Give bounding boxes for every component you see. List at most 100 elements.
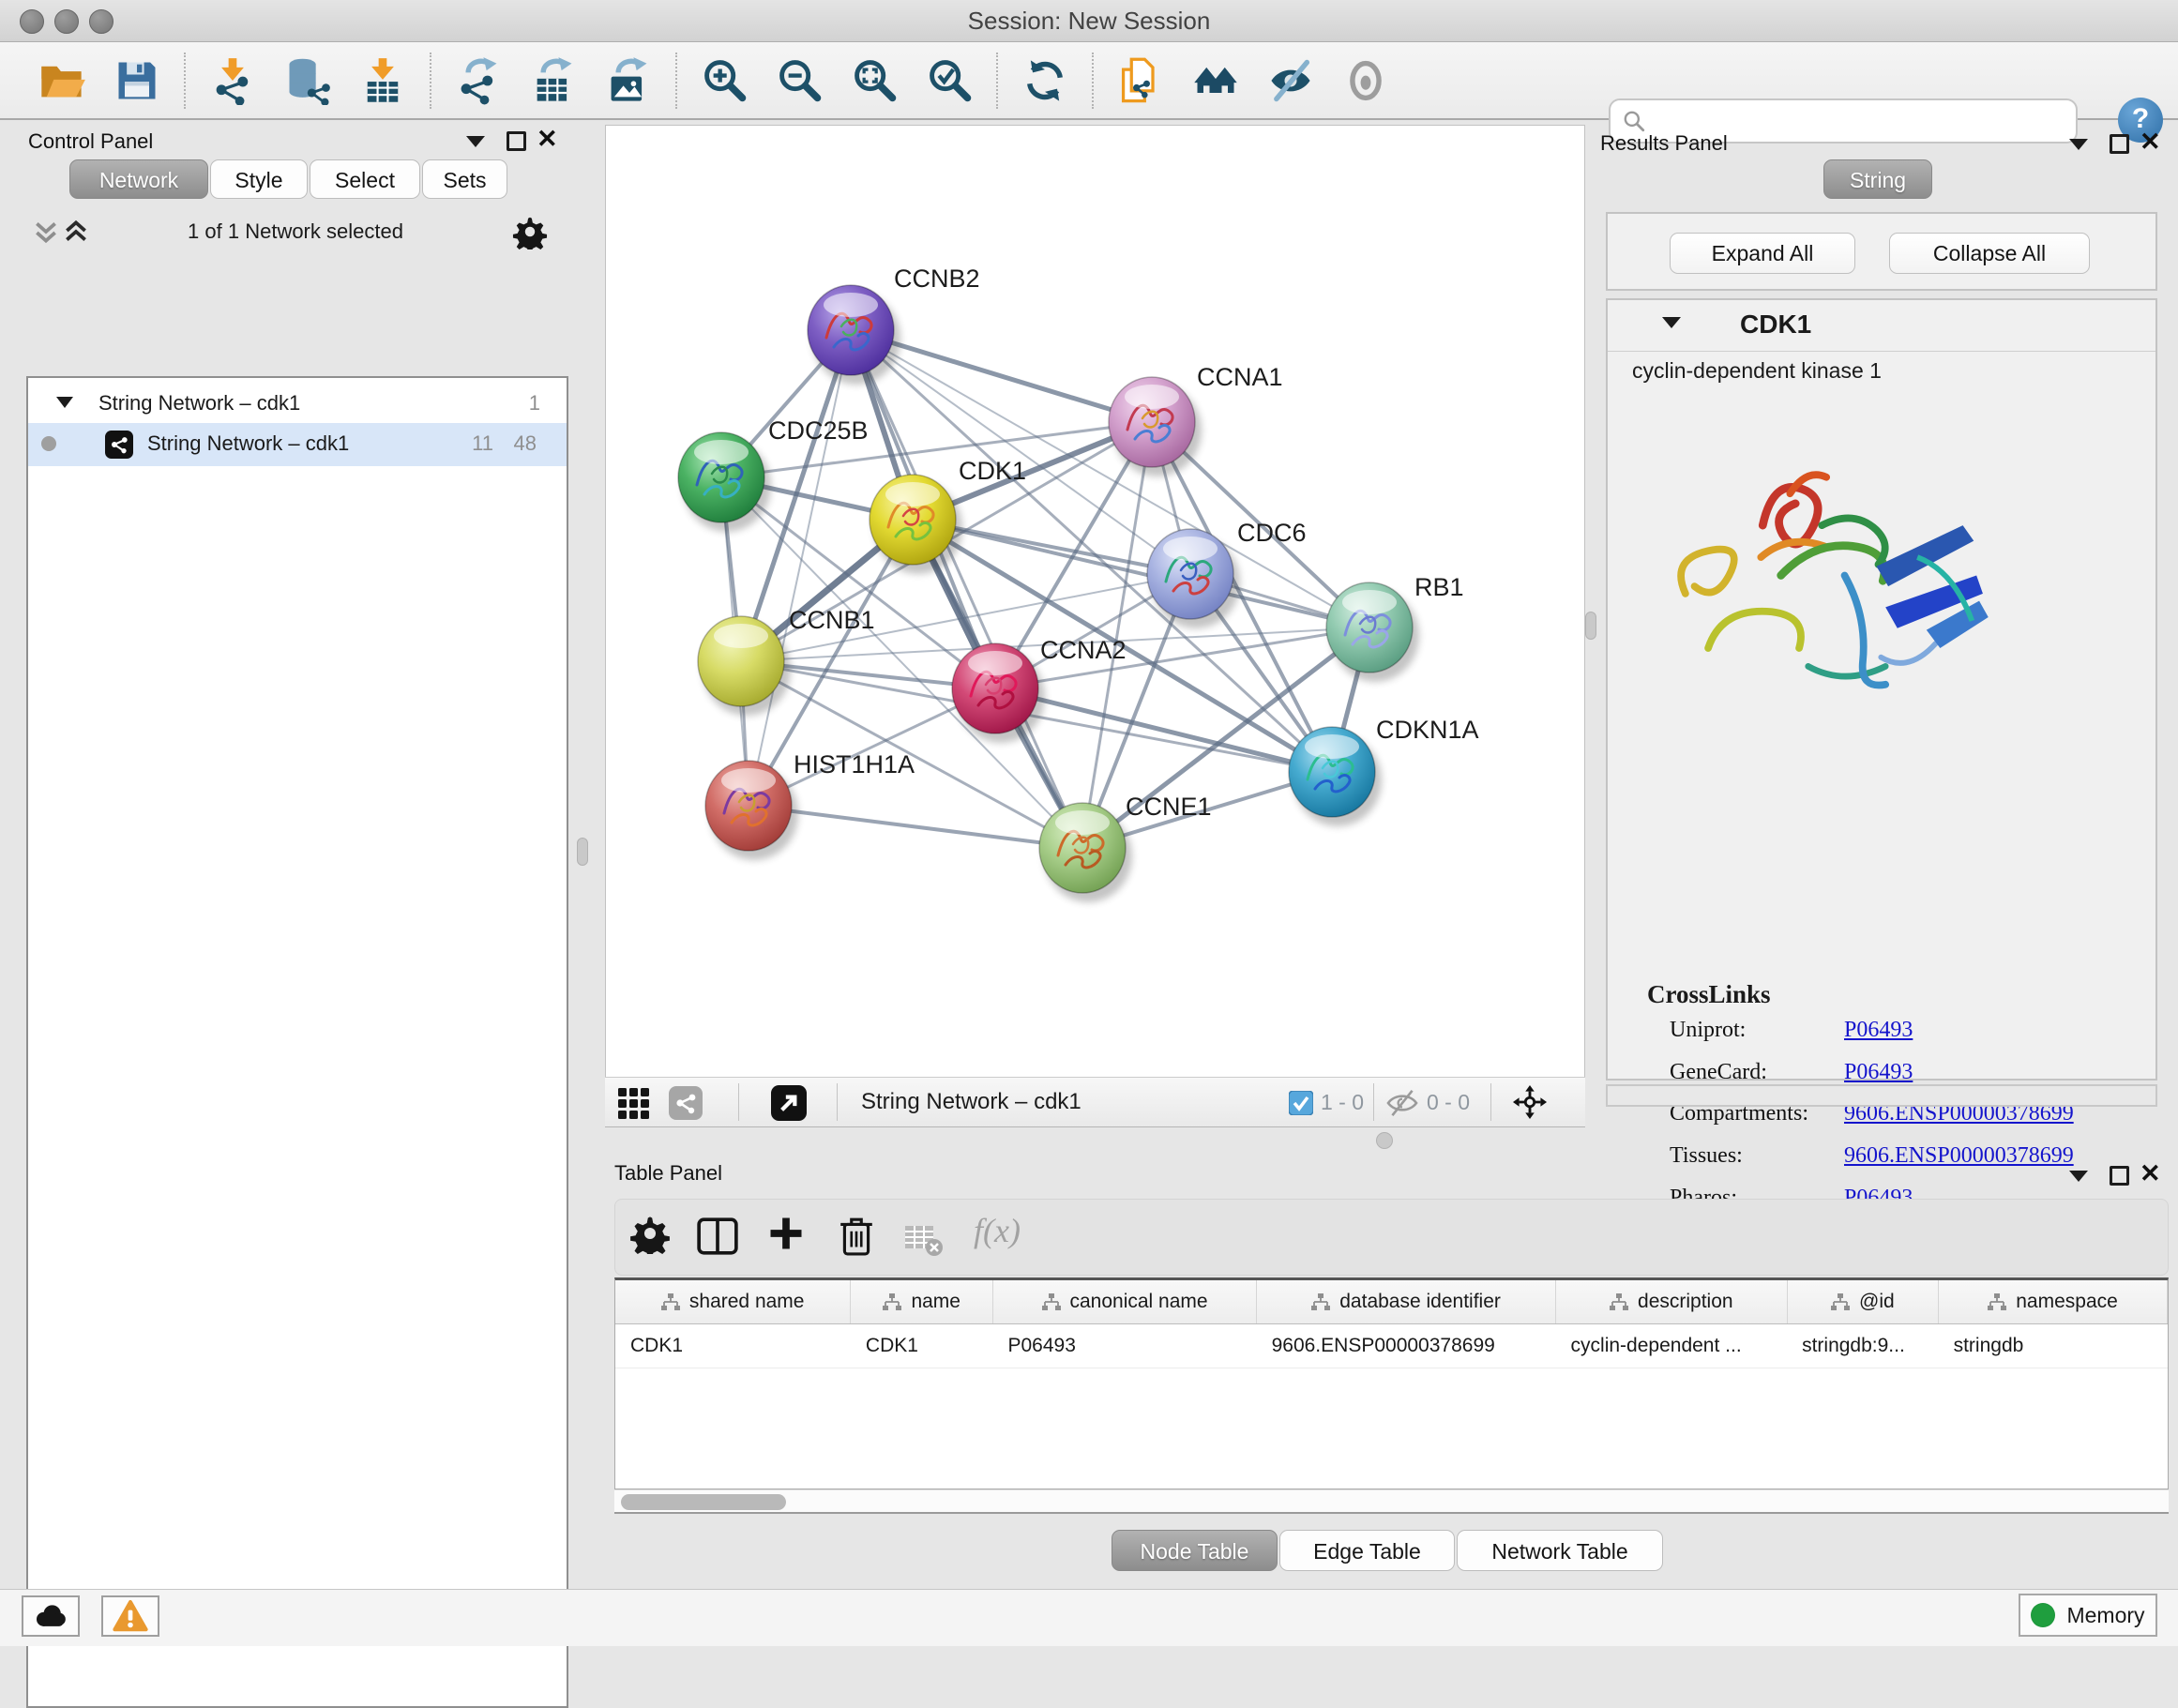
selected-checkbox-icon[interactable] [1289, 1091, 1313, 1115]
memory-button[interactable]: Memory [2019, 1594, 2157, 1637]
network-edge[interactable] [1082, 422, 1152, 848]
network-node-CDKN1A[interactable] [1289, 727, 1382, 826]
refresh-icon[interactable] [1018, 52, 1072, 110]
table-cell[interactable]: CDK1 [851, 1324, 993, 1368]
tab-edge-table[interactable]: Edge Table [1279, 1530, 1455, 1571]
network-canvas[interactable]: CCNB2CCNA1CDC25BCDK1CDC6RB1CCNB1CCNA2CDK… [605, 125, 1585, 1079]
table-cell[interactable]: CDK1 [615, 1324, 851, 1368]
bottom-splitter-handle[interactable] [1376, 1132, 1393, 1149]
table-options-gear-icon[interactable] [629, 1213, 671, 1254]
add-column-icon[interactable] [765, 1213, 807, 1254]
open-session-icon[interactable] [35, 52, 89, 110]
left-splitter-handle[interactable] [577, 838, 588, 866]
table-cell[interactable]: cyclin-dependent ... [1556, 1324, 1788, 1368]
network-view-title: String Network – cdk1 [861, 1078, 1081, 1126]
panel-menu-icon[interactable] [2069, 139, 2088, 150]
column-header[interactable]: name [851, 1280, 993, 1324]
export-image-icon[interactable] [601, 52, 656, 110]
hide-graphics-details-icon[interactable] [1263, 52, 1318, 110]
results-scroll-strip[interactable] [1606, 1084, 2157, 1107]
table-cell[interactable]: stringdb [1939, 1324, 2168, 1368]
crosslink-link[interactable]: P06493 [1844, 1060, 1913, 1085]
network-row-selected[interactable]: String Network – cdk1 11 48 [28, 423, 567, 466]
protein-structure-image[interactable] [1653, 439, 2009, 739]
birdseye-view-icon[interactable] [771, 1085, 807, 1121]
network-edge[interactable] [749, 806, 1082, 848]
column-header[interactable]: namespace [1939, 1280, 2168, 1324]
show-graphics-details-icon[interactable] [1339, 52, 1393, 110]
table-row[interactable]: CDK1CDK1P064939606.ENSP00000378699cyclin… [615, 1324, 2168, 1368]
save-session-icon[interactable] [110, 52, 164, 110]
network-node-CCNA1[interactable] [1109, 377, 1202, 476]
zoom-in-icon[interactable] [697, 52, 751, 110]
minimize-window-button[interactable] [54, 9, 79, 34]
column-header[interactable]: database identifier [1257, 1280, 1556, 1324]
network-node-CCNB2[interactable] [808, 285, 900, 385]
string-homes-icon[interactable] [1188, 52, 1243, 110]
document-share-icon[interactable] [1113, 52, 1168, 110]
tab-sets[interactable]: Sets [422, 159, 507, 199]
network-node-CDC25B[interactable] [678, 432, 771, 532]
node-table-container[interactable]: shared namenamecanonical namedatabase id… [614, 1277, 2169, 1489]
gear-icon[interactable] [512, 214, 548, 249]
tab-string[interactable]: String [1823, 159, 1932, 199]
column-header[interactable]: shared name [615, 1280, 851, 1324]
collapse-all-icon[interactable] [32, 218, 60, 246]
table-cell[interactable]: 9606.ENSP00000378699 [1257, 1324, 1556, 1368]
column-header[interactable]: canonical name [993, 1280, 1257, 1324]
memory-status-dot [2031, 1603, 2055, 1627]
cloud-status-button[interactable] [22, 1595, 80, 1637]
close-panel-icon[interactable]: ✕ [537, 128, 558, 149]
collapse-all-button[interactable]: Collapse All [1889, 233, 2090, 274]
crosshair-icon[interactable] [1512, 1084, 1548, 1120]
show-columns-icon[interactable] [696, 1217, 739, 1256]
network-node-RB1[interactable] [1326, 582, 1419, 682]
collection-expander-icon[interactable] [56, 397, 73, 408]
delete-column-icon[interactable] [837, 1214, 876, 1259]
zoom-window-button[interactable] [89, 9, 113, 34]
network-edge[interactable] [749, 330, 851, 806]
title-bar: Session: New Session [0, 0, 2178, 42]
network-view-icon[interactable] [669, 1086, 703, 1120]
table-panel-title: Table Panel [614, 1161, 722, 1186]
grid-view-icon[interactable] [616, 1086, 650, 1120]
crosslink-link[interactable]: P06493 [1844, 1018, 1913, 1043]
import-network-icon[interactable] [205, 52, 260, 110]
import-table-icon[interactable] [355, 52, 410, 110]
table-cell[interactable]: P06493 [993, 1324, 1257, 1368]
section-expander-icon[interactable] [1662, 317, 1681, 328]
column-header[interactable]: description [1556, 1280, 1788, 1324]
toolbar-separator [996, 53, 998, 109]
scrollbar-thumb[interactable] [621, 1494, 786, 1510]
results-panel-title: Results Panel [1600, 131, 1728, 156]
zoom-out-icon[interactable] [772, 52, 826, 110]
float-panel-icon[interactable] [2110, 1166, 2129, 1186]
tab-node-table[interactable]: Node Table [1112, 1530, 1278, 1571]
zoom-fit-icon[interactable] [847, 52, 901, 110]
network-collection-row[interactable]: String Network – cdk1 1 [28, 385, 567, 425]
close-window-button[interactable] [20, 9, 44, 34]
expand-all-button[interactable]: Expand All [1670, 233, 1855, 274]
expand-all-icon[interactable] [62, 218, 90, 246]
close-panel-icon[interactable]: ✕ [2140, 1163, 2161, 1184]
export-table-icon[interactable] [526, 52, 581, 110]
column-header[interactable]: @id [1787, 1280, 1939, 1324]
export-network-icon[interactable] [451, 52, 506, 110]
panel-menu-icon[interactable] [2069, 1171, 2088, 1182]
network-node-CDK1[interactable] [870, 475, 962, 574]
tab-style[interactable]: Style [210, 159, 308, 199]
panel-menu-icon[interactable] [466, 136, 485, 147]
tab-select[interactable]: Select [310, 159, 420, 199]
tab-network[interactable]: Network [69, 159, 208, 199]
close-panel-icon[interactable]: ✕ [2140, 131, 2161, 152]
float-panel-icon[interactable] [2110, 134, 2129, 154]
tab-network-table[interactable]: Network Table [1457, 1530, 1663, 1571]
table-cell[interactable]: stringdb:9... [1787, 1324, 1939, 1368]
table-horizontal-scrollbar[interactable] [614, 1489, 2169, 1514]
import-network-from-database-icon[interactable] [280, 52, 335, 110]
warning-status-button[interactable] [101, 1595, 159, 1637]
network-node-HIST1H1A[interactable] [705, 761, 798, 860]
float-panel-icon[interactable] [507, 131, 526, 151]
zoom-selected-icon[interactable] [922, 52, 976, 110]
hidden-count-label: 0 - 0 [1427, 1078, 1470, 1126]
